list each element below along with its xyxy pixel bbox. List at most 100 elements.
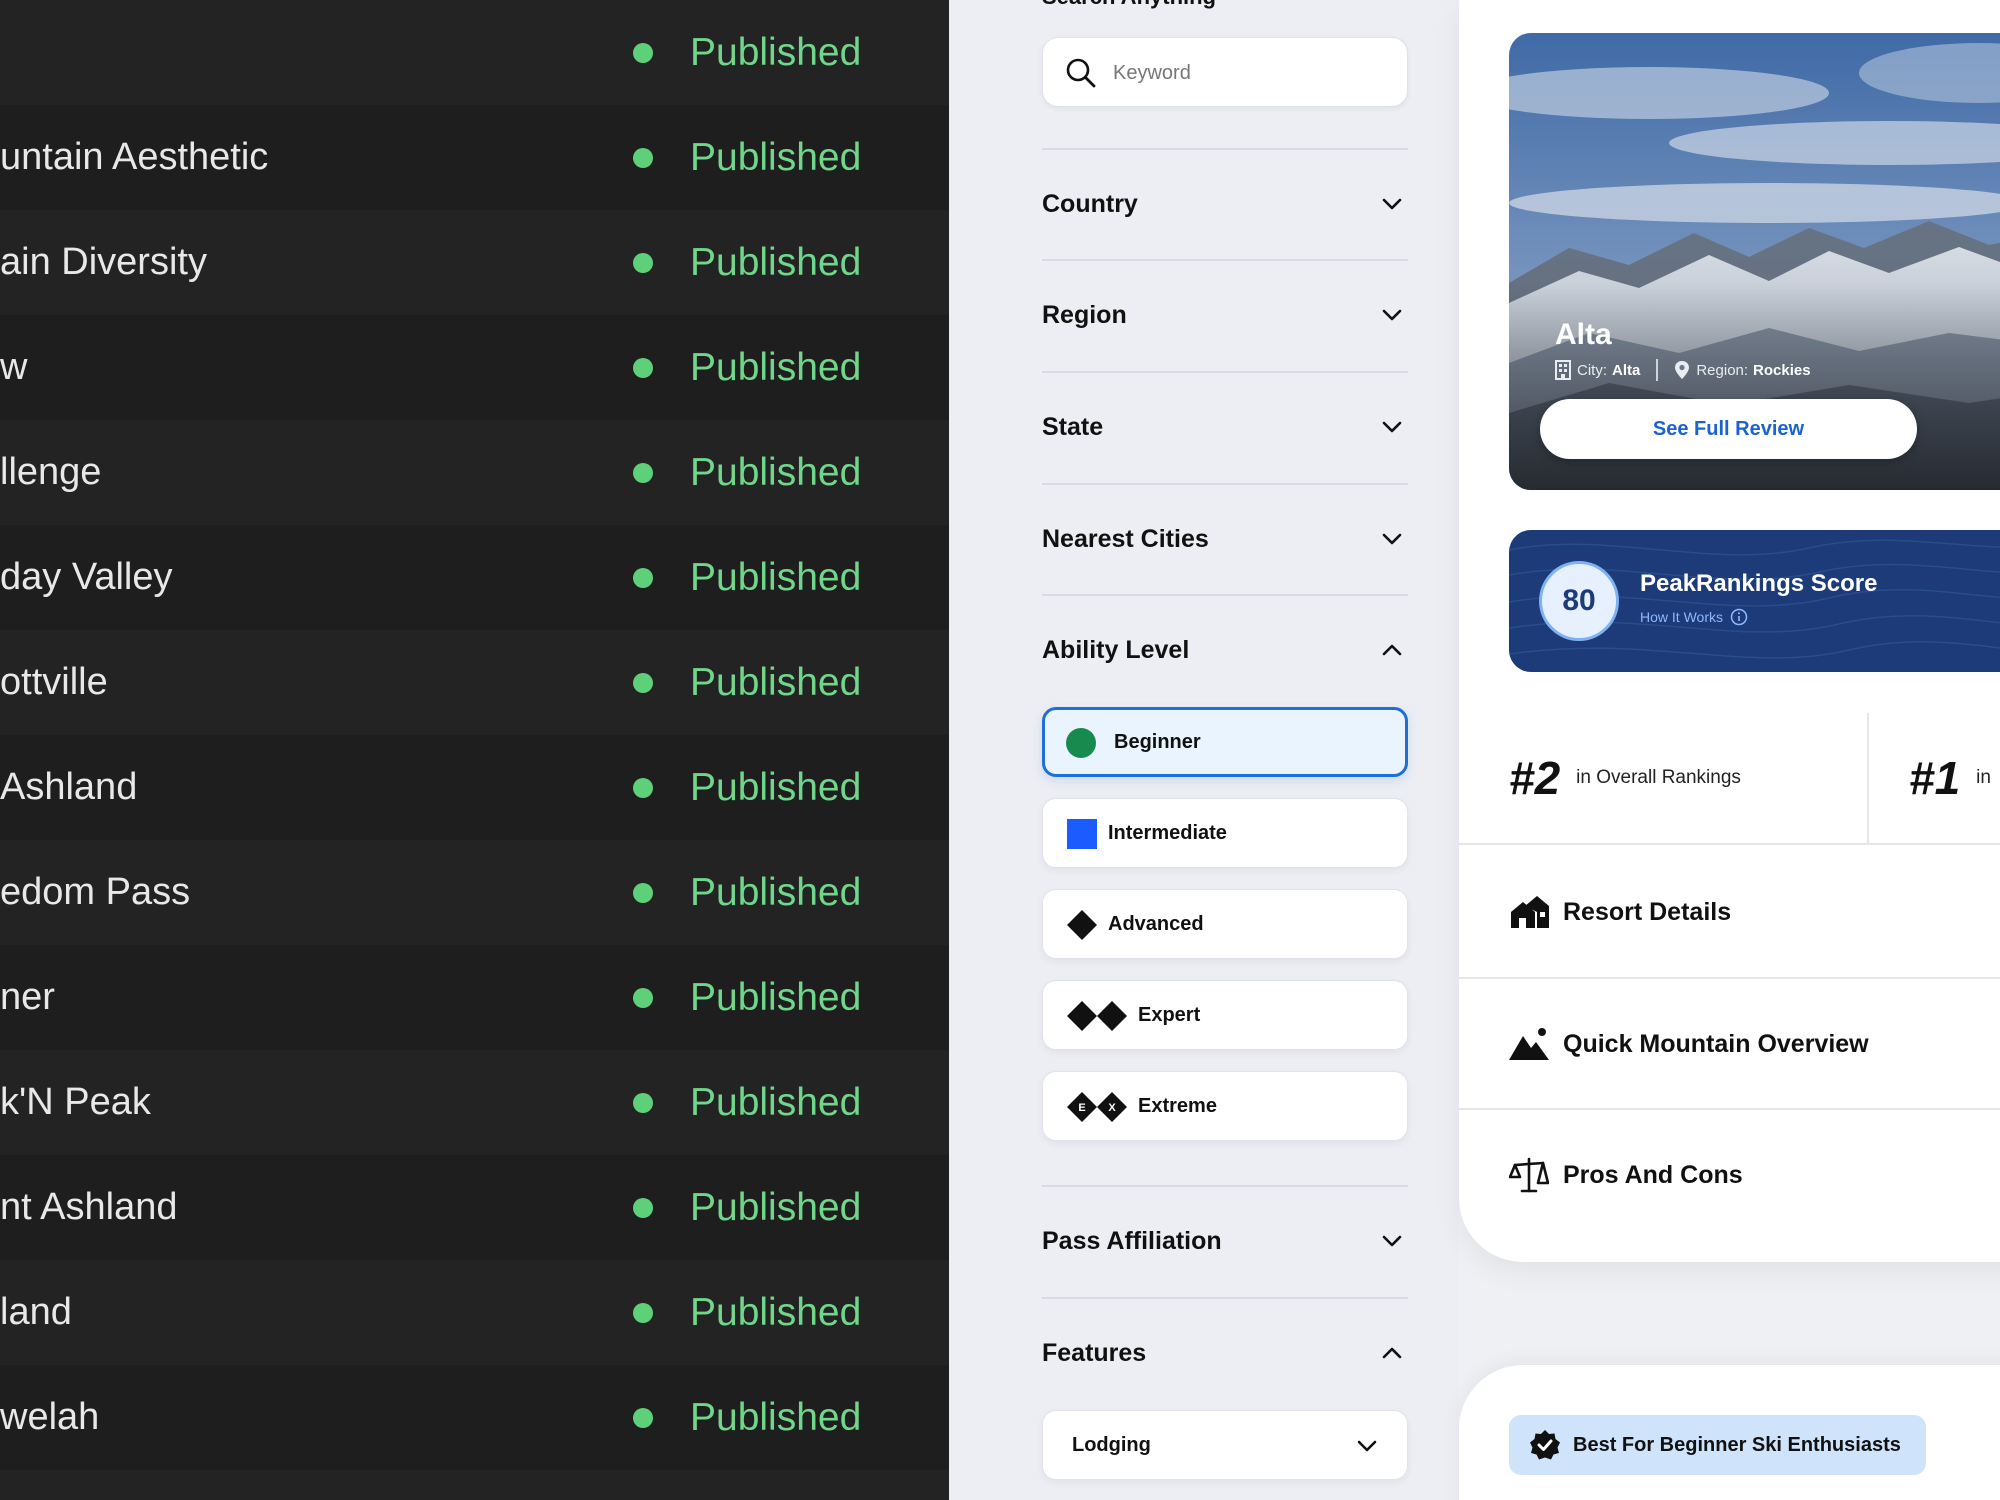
blue-square-icon: [1067, 819, 1097, 849]
status-dot: [633, 1408, 653, 1428]
ability-option-intermediate[interactable]: Intermediate: [1042, 798, 1408, 868]
status-dot: [633, 673, 653, 693]
region-value: Rockies: [1753, 361, 1811, 379]
quick-mountain-overview-row[interactable]: Quick Mountain Overview: [1509, 979, 2000, 1109]
pass-affiliation-filter-toggle[interactable]: Pass Affiliation: [1042, 1201, 1408, 1281]
resort-name: land: [0, 1291, 72, 1333]
status-dot: [633, 883, 653, 903]
level-label: Extreme: [1138, 1095, 1217, 1117]
region-filter-toggle[interactable]: Region: [1042, 275, 1408, 355]
score-panel: 80 PeakRankings Score How It Works: [1509, 530, 2000, 672]
pros-and-cons-row[interactable]: Pros And Cons: [1509, 1110, 2000, 1240]
country-filter-toggle[interactable]: Country: [1042, 164, 1408, 244]
overall-ranking: #2 in Overall Rankings: [1509, 713, 1741, 843]
ability-option-advanced[interactable]: Advanced: [1042, 889, 1408, 959]
status-label: Published: [690, 976, 862, 1019]
divider: [1042, 483, 1408, 485]
status-label: Published: [690, 1081, 862, 1124]
section-label: Ability Level: [1042, 636, 1190, 664]
level-label: Expert: [1138, 1004, 1201, 1026]
black-diamond-icon: [1067, 910, 1097, 940]
resort-details-row[interactable]: Resort Details: [1509, 847, 2000, 977]
filter-panel: Search Anything Country Region State Nea…: [949, 0, 1459, 1500]
list-item[interactable]: untain Aesthetic Published: [0, 105, 949, 210]
status-dot: [633, 778, 653, 798]
status-dot: [633, 1303, 653, 1323]
status-label: Published: [690, 241, 862, 284]
resort-name: day Valley: [0, 556, 173, 598]
section-label: Region: [1042, 301, 1127, 329]
menu-label: Pros And Cons: [1563, 1160, 1743, 1189]
how-it-works-link[interactable]: How It Works: [1640, 608, 1748, 626]
ability-option-beginner[interactable]: Beginner: [1042, 707, 1408, 777]
list-item[interactable]: w Published: [0, 315, 949, 420]
best-for-label: Best For Beginner Ski Enthusiasts: [1573, 1433, 1901, 1456]
list-item[interactable]: [0, 1470, 949, 1500]
resort-name: nt Ashland: [0, 1186, 178, 1228]
ability-option-expert[interactable]: Expert: [1042, 980, 1408, 1050]
features-filter-toggle[interactable]: Features: [1042, 1313, 1408, 1393]
resort-name: k'N Peak: [0, 1081, 151, 1123]
chevron-down-icon: [1382, 1235, 1402, 1247]
how-it-works-label: How It Works: [1640, 609, 1723, 625]
divider: [1042, 371, 1408, 373]
search-box[interactable]: [1042, 37, 1408, 107]
status-dot: [633, 358, 653, 378]
city-value: Alta: [1612, 361, 1641, 379]
level-label: Beginner: [1114, 731, 1201, 753]
chevron-down-icon: [1382, 421, 1402, 433]
list-item[interactable]: Ashland Published: [0, 735, 949, 840]
section-label: Pass Affiliation: [1042, 1227, 1222, 1255]
city-label: City:: [1577, 361, 1607, 379]
secondary-ranking: #1 in: [1909, 713, 1991, 843]
building-icon: [1555, 360, 1571, 380]
status-dot: [633, 988, 653, 1008]
list-item[interactable]: llenge Published: [0, 420, 949, 525]
status-label: Published: [690, 1186, 862, 1229]
divider: [1042, 259, 1408, 261]
resort-hero: Alta City: Alta Region: Rockies See Full…: [1509, 33, 2000, 490]
resort-name: Ashland: [0, 766, 138, 808]
rank-number: #1: [1909, 752, 1961, 804]
rank-label: in: [1976, 767, 1991, 788]
list-item[interactable]: edom Pass Published: [0, 840, 949, 945]
ability-level-filter-toggle[interactable]: Ability Level: [1042, 610, 1408, 690]
resort-location: City: Alta Region: Rockies: [1555, 358, 1811, 382]
scales-icon: [1509, 1157, 1549, 1193]
green-circle-icon: [1066, 728, 1096, 758]
list-item[interactable]: ner Published: [0, 945, 949, 1050]
ability-option-extreme[interactable]: E X Extreme: [1042, 1071, 1408, 1141]
list-item[interactable]: nt Ashland Published: [0, 1155, 949, 1260]
state-filter-toggle[interactable]: State: [1042, 387, 1408, 467]
list-item[interactable]: land Published: [0, 1260, 949, 1365]
list-item[interactable]: Published: [0, 0, 949, 105]
status-label: Published: [690, 31, 862, 74]
list-item[interactable]: ain Diversity Published: [0, 210, 949, 315]
status-label: Published: [690, 556, 862, 599]
status-dot: [633, 148, 653, 168]
menu-label: Resort Details: [1563, 897, 1732, 926]
resort-name: edom Pass: [0, 871, 191, 913]
section-label: Features: [1042, 1339, 1147, 1367]
status-label: Published: [690, 346, 862, 389]
status-label: Published: [690, 766, 862, 809]
features-dropdown[interactable]: Lodging: [1042, 1410, 1408, 1480]
double-black-diamond-icon: [1067, 1001, 1127, 1031]
list-item[interactable]: k'N Peak Published: [0, 1050, 949, 1155]
section-label: Nearest Cities: [1042, 525, 1209, 553]
see-full-review-button[interactable]: See Full Review: [1540, 399, 1917, 459]
chevron-down-icon: [1382, 309, 1402, 321]
search-input[interactable]: [1113, 52, 1393, 94]
info-icon: [1730, 608, 1748, 626]
list-item[interactable]: welah Published: [0, 1365, 949, 1470]
search-icon: [1066, 58, 1096, 88]
resort-name: ottville: [0, 661, 108, 703]
list-item[interactable]: ottville Published: [0, 630, 949, 735]
chevron-down-icon: [1382, 198, 1402, 210]
divider: [1042, 1297, 1408, 1299]
score-title: PeakRankings Score: [1640, 570, 1878, 597]
nearest-cities-filter-toggle[interactable]: Nearest Cities: [1042, 499, 1408, 579]
section-label: State: [1042, 413, 1104, 441]
list-item[interactable]: day Valley Published: [0, 525, 949, 630]
chevron-down-icon: [1382, 533, 1402, 545]
